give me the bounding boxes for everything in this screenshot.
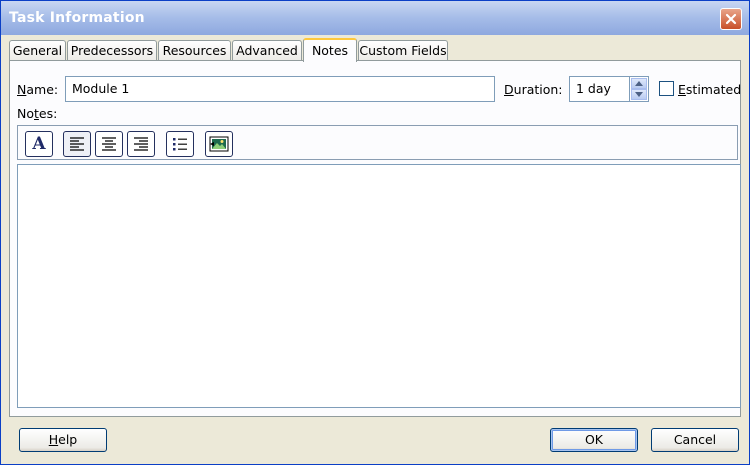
tab-advanced[interactable]: Advanced bbox=[232, 40, 302, 61]
tab-general[interactable]: General bbox=[9, 40, 66, 61]
notes-label: Notes: bbox=[17, 106, 58, 121]
align-center-button[interactable] bbox=[95, 131, 123, 157]
title-bar[interactable]: Task Information bbox=[1, 1, 749, 35]
estimated-label[interactable]: Estimated bbox=[678, 82, 741, 97]
close-icon bbox=[725, 13, 737, 25]
tab-notes[interactable]: Notes bbox=[303, 38, 357, 62]
duration-field[interactable]: 1 day bbox=[569, 76, 629, 102]
tab-label: Advanced bbox=[236, 43, 298, 58]
align-right-button[interactable] bbox=[127, 131, 155, 157]
tab-predecessors[interactable]: Predecessors bbox=[67, 40, 157, 61]
tab-resources[interactable]: Resources bbox=[158, 40, 231, 61]
tab-label: Predecessors bbox=[70, 43, 154, 58]
spin-down-icon bbox=[635, 92, 643, 97]
tab-label: Custom Fields bbox=[359, 43, 447, 58]
insert-object-button[interactable] bbox=[205, 131, 233, 157]
notes-text-area[interactable] bbox=[17, 164, 741, 408]
help-button[interactable]: Help bbox=[19, 428, 107, 452]
insert-object-icon bbox=[209, 136, 229, 152]
format-font-button[interactable]: A bbox=[25, 131, 53, 157]
font-icon: A bbox=[32, 133, 46, 154]
spin-up-button[interactable] bbox=[631, 78, 647, 89]
align-left-button[interactable] bbox=[63, 131, 91, 157]
bullet-list-icon bbox=[173, 138, 187, 151]
close-button[interactable] bbox=[720, 8, 742, 30]
tab-custom-fields[interactable]: Custom Fields bbox=[358, 40, 448, 61]
duration-label: Duration: bbox=[504, 82, 563, 97]
spin-up-icon bbox=[635, 81, 643, 86]
duration-spinner bbox=[629, 76, 649, 102]
notes-formatting-toolbar: A bbox=[17, 125, 738, 160]
tab-label: Notes bbox=[311, 43, 349, 58]
align-left-icon bbox=[70, 137, 84, 151]
spin-down-button[interactable] bbox=[631, 89, 647, 100]
cancel-button[interactable]: Cancel bbox=[651, 428, 739, 452]
name-label: Name: bbox=[17, 82, 59, 97]
dialog-title: Task Information bbox=[9, 10, 145, 26]
estimated-checkbox[interactable] bbox=[659, 81, 674, 96]
align-right-icon bbox=[134, 137, 148, 151]
ok-button[interactable]: OK bbox=[550, 428, 638, 452]
tab-label: Resources bbox=[162, 43, 227, 58]
bullet-list-button[interactable] bbox=[166, 131, 194, 157]
align-center-icon bbox=[102, 137, 116, 151]
name-field[interactable]: Module 1 bbox=[65, 76, 495, 102]
tab-label: General bbox=[12, 43, 63, 58]
task-information-dialog: Task Information General Predecessors Re… bbox=[0, 0, 750, 465]
